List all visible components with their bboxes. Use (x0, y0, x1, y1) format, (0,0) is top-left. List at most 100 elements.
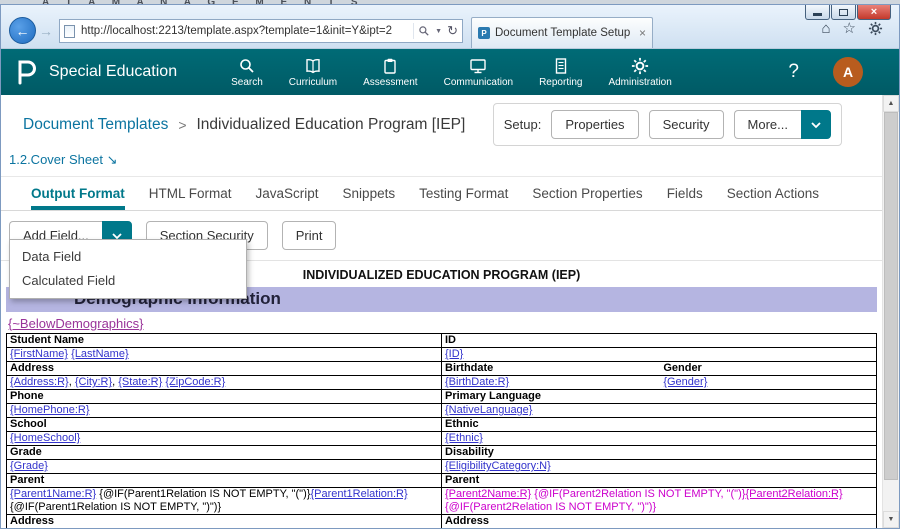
breadcrumb-row: Document Templates > Individualized Educ… (1, 95, 882, 150)
table-cell: Phone (7, 390, 442, 404)
field-token[interactable]: {Address:R} (10, 376, 69, 388)
table-row: {Parent1Name:R} {@IF(Parent1Relation IS … (7, 488, 877, 515)
url-text[interactable]: http://localhost:2213/template.aspx?temp… (81, 25, 413, 37)
chrome-action-icons: ⌂ ☆ (821, 21, 883, 36)
tab-output-format[interactable]: Output Format (31, 186, 125, 210)
favorites-star-icon[interactable]: ☆ (843, 21, 856, 36)
field-token[interactable]: {HomeSchool} (10, 432, 80, 444)
nav-item-curriculum[interactable]: Curriculum (289, 57, 337, 88)
maximize-button[interactable] (831, 5, 856, 20)
field-token[interactable]: {NativeLanguage} (445, 404, 532, 416)
tab-javascript[interactable]: JavaScript (256, 186, 319, 210)
gear-icon (631, 57, 649, 75)
properties-button[interactable]: Properties (551, 110, 638, 139)
back-button[interactable]: ← (9, 17, 36, 44)
table-cell: Address (7, 362, 442, 376)
refresh-icon[interactable]: ↻ (447, 23, 458, 39)
field-token[interactable]: {State:R} (118, 376, 162, 388)
home-icon[interactable]: ⌂ (821, 21, 830, 36)
field-label: Parent (10, 474, 44, 486)
field-label: Primary Language (445, 390, 541, 402)
scrollbar[interactable]: ▲ ▼ (882, 95, 899, 528)
field-token[interactable]: {BirthDate:R} (445, 376, 509, 388)
table-cell: Parent (7, 474, 442, 488)
demographics-table-body: Student NameID{FirstName} {LastName}{ID}… (7, 334, 877, 529)
table-cell: ID (442, 334, 877, 348)
table-row: AddressAddress (7, 515, 877, 529)
search-dropdown-icon[interactable]: ▼ (435, 28, 442, 35)
app-title: Special Education (49, 63, 177, 81)
breadcrumb-link-document-templates[interactable]: Document Templates (23, 116, 168, 134)
field-token[interactable]: {ID} (445, 348, 463, 360)
search-icon[interactable] (418, 25, 430, 37)
more-dropdown-button[interactable] (801, 110, 831, 139)
field-token[interactable]: {Gender} (663, 376, 707, 388)
print-button[interactable]: Print (282, 221, 337, 250)
forward-button[interactable]: → (39, 23, 53, 39)
field-token[interactable]: {LastName} (71, 348, 128, 360)
field-token[interactable]: {EligibilityCategory:N} (445, 460, 551, 472)
nav-item-label: Assessment (363, 77, 417, 88)
field-label: Disability (445, 446, 494, 458)
nav-item-administration[interactable]: Administration (608, 57, 671, 88)
field-token[interactable]: {Parent2Relation:R} (745, 488, 842, 500)
section-link[interactable]: 1.2.Cover Sheet (9, 152, 103, 167)
tab-section-actions[interactable]: Section Actions (727, 186, 819, 210)
more-button[interactable]: More... (734, 110, 801, 139)
minimize-button[interactable] (805, 5, 830, 20)
scrollbar-thumb[interactable] (884, 112, 898, 480)
field-label: School (10, 418, 47, 430)
field-token[interactable]: {City:R} (75, 376, 112, 388)
tab-close-icon[interactable]: × (639, 26, 646, 40)
demographics-table: Student NameID{FirstName} {LastName}{ID}… (6, 333, 877, 528)
add-field-menu: Data Field Calculated Field (9, 239, 247, 299)
browser-chrome: × ← → http://localhost:2213/template.asp… (1, 5, 899, 49)
field-token[interactable]: {HomePhone:R} (10, 404, 90, 416)
table-row: PhonePrimary Language (7, 390, 877, 404)
field-token[interactable]: {ZipCode:R} (165, 376, 225, 388)
nav-item-communication[interactable]: Communication (444, 57, 513, 88)
tab-fields[interactable]: Fields (667, 186, 703, 210)
template-token-line: {~BelowDemographics} (1, 312, 882, 333)
field-label: Ethnic (445, 418, 479, 430)
tab-testing-format[interactable]: Testing Format (419, 186, 508, 210)
maximize-icon (839, 9, 848, 16)
settings-gear-icon[interactable] (868, 21, 883, 36)
nav-item-assessment[interactable]: Assessment (363, 57, 417, 88)
field-label: Gender (663, 362, 702, 374)
tab-snippets[interactable]: Snippets (343, 186, 396, 210)
nav-item-reporting[interactable]: Reporting (539, 57, 582, 88)
nav-item-search[interactable]: Search (231, 57, 263, 88)
field-token[interactable]: {FirstName} (10, 348, 68, 360)
table-text: {@IF(Parent1Relation IS NOT EMPTY, "(")} (99, 488, 310, 500)
avatar[interactable]: A (833, 57, 863, 87)
below-demographics-token[interactable]: {~BelowDemographics} (8, 316, 144, 331)
jump-arrow-icon: ↘ (107, 152, 118, 167)
field-label: Grade (10, 446, 42, 458)
table-row: {HomePhone:R} {NativeLanguage} (7, 404, 877, 418)
table-cell: Address (442, 515, 877, 529)
field-token[interactable]: {Grade} (10, 460, 48, 472)
close-window-button[interactable]: × (857, 5, 891, 20)
scroll-down-button[interactable]: ▼ (883, 511, 899, 528)
setup-label: Setup: (504, 117, 542, 132)
table-row: AddressBirthdateGender (7, 362, 877, 376)
field-token[interactable]: {Parent1Name:R} (10, 488, 96, 500)
breadcrumb-separator: > (178, 117, 186, 133)
window-controls: × (804, 5, 891, 20)
browser-tab[interactable]: P Document Template Setup ... × (471, 17, 653, 48)
table-cell: School (7, 418, 442, 432)
field-token[interactable]: {Ethnic} (445, 432, 483, 444)
menu-item-calculated-field[interactable]: Calculated Field (10, 269, 246, 293)
field-token[interactable]: {Parent1Relation:R} (310, 488, 407, 500)
menu-item-data-field[interactable]: Data Field (10, 245, 246, 269)
search-icon (238, 57, 256, 75)
tab-section-properties[interactable]: Section Properties (532, 186, 642, 210)
address-bar[interactable]: http://localhost:2213/template.aspx?temp… (59, 19, 463, 43)
help-button[interactable]: ? (788, 61, 799, 83)
security-button[interactable]: Security (649, 110, 724, 139)
table-row: School Ethnic (7, 418, 877, 432)
scroll-up-button[interactable]: ▲ (883, 95, 899, 112)
field-token[interactable]: {Parent2Name:R} (445, 488, 531, 500)
tab-html-format[interactable]: HTML Format (149, 186, 232, 210)
